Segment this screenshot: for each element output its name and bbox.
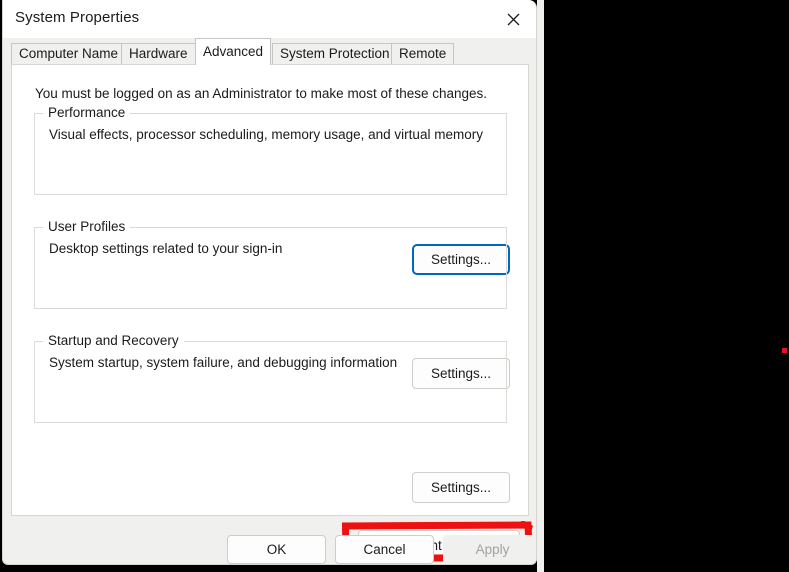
tab-strip: Computer Name Hardware Advanced System P… [3, 38, 536, 65]
group-performance-description: Visual effects, processor scheduling, me… [49, 127, 483, 142]
window-title: System Properties [15, 9, 140, 26]
group-user-profiles: User Profiles Desktop settings related t… [34, 219, 507, 309]
group-performance: Performance Visual effects, processor sc… [34, 105, 507, 195]
cancel-button[interactable]: Cancel [335, 535, 434, 564]
ok-button[interactable]: OK [227, 535, 326, 564]
group-startup-and-recovery: Startup and Recovery System startup, sys… [34, 333, 507, 423]
close-icon[interactable] [490, 0, 536, 38]
tab-remote[interactable]: Remote [391, 43, 455, 64]
tab-hardware[interactable]: Hardware [121, 43, 196, 64]
group-startup-description: System startup, system failure, and debu… [49, 355, 398, 370]
administrator-note: You must be logged on as an Administrato… [35, 86, 488, 101]
window-right-strip [537, 0, 544, 572]
tab-system-protection[interactable]: System Protection [272, 43, 398, 64]
group-user-profiles-description: Desktop settings related to your sign-in [49, 241, 283, 256]
system-properties-dialog: System Properties Computer Name Hardware… [2, 0, 537, 565]
group-startup-legend: Startup and Recovery [43, 333, 184, 348]
tab-advanced[interactable]: Advanced [195, 38, 272, 65]
title-bar: System Properties [3, 0, 536, 38]
group-performance-legend: Performance [43, 105, 131, 120]
advanced-tab-page: You must be logged on as an Administrato… [11, 64, 534, 562]
startup-recovery-settings-button[interactable]: Settings... [412, 472, 510, 503]
cursor-marker-dot [782, 348, 787, 353]
tab-computer-name[interactable]: Computer Name [11, 43, 127, 64]
apply-button: Apply [443, 535, 536, 564]
group-user-profiles-legend: User Profiles [43, 219, 131, 234]
